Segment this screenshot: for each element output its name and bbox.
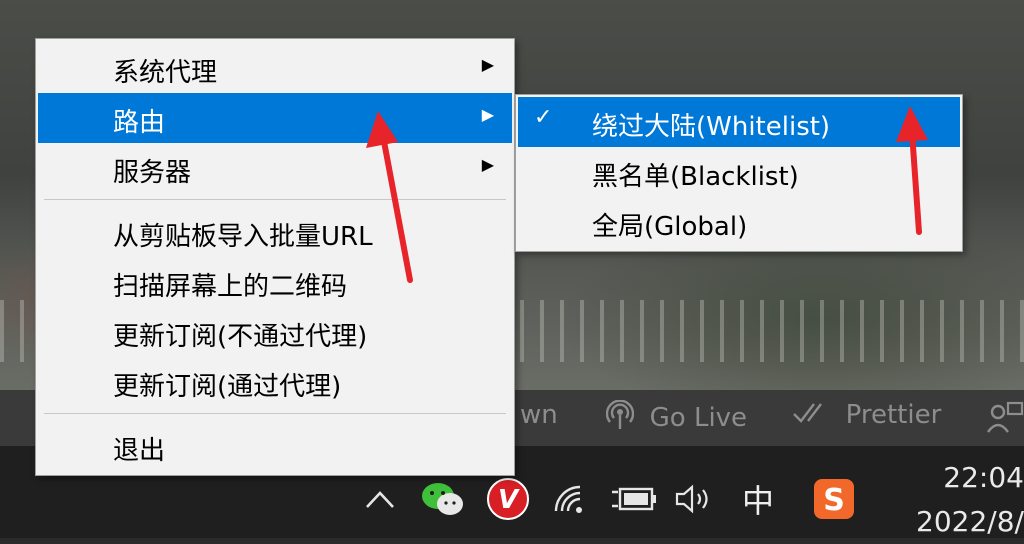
menu-item-update-sub-proxy[interactable]: 更新订阅(通过代理) bbox=[38, 357, 512, 407]
double-check-icon bbox=[792, 401, 838, 429]
submenu-item-whitelist[interactable]: ✓ 绕过大陆(Whitelist) bbox=[518, 97, 960, 147]
v2ray-icon-letter: V bbox=[498, 485, 520, 515]
clock-time: 22:04 bbox=[943, 461, 1024, 494]
chevron-up-icon[interactable] bbox=[362, 481, 398, 517]
checkmark-icon: ✓ bbox=[534, 105, 553, 130]
tray-context-menu: 系统代理 ▶ 路由 ▶ 服务器 ▶ 从剪贴板导入批量URL 扫描屏幕上的二维码 … bbox=[35, 38, 515, 476]
taskbar-clock[interactable]: 22:04 2022/8/ bbox=[916, 456, 1024, 544]
submenu-item-label: 绕过大陆(Whitelist) bbox=[592, 112, 831, 142]
menu-item-label: 扫描屏幕上的二维码 bbox=[113, 272, 348, 302]
v2ray-icon[interactable]: V bbox=[486, 477, 530, 521]
routing-submenu: ✓ 绕过大陆(Whitelist) 黑名单(Blacklist) 全局(Glob… bbox=[515, 94, 963, 252]
submenu-item-blacklist[interactable]: 黑名单(Blacklist) bbox=[518, 147, 960, 197]
submenu-item-label: 黑名单(Blacklist) bbox=[592, 162, 799, 192]
submenu-item-global[interactable]: 全局(Global) bbox=[518, 197, 960, 247]
prettier-button[interactable]: Prettier bbox=[792, 400, 941, 430]
menu-item-label: 服务器 bbox=[113, 158, 192, 188]
menu-item-label: 路由 bbox=[113, 108, 166, 138]
menu-separator bbox=[44, 413, 506, 414]
sogou-icon[interactable]: S bbox=[812, 477, 856, 521]
wechat-icon[interactable] bbox=[420, 481, 466, 517]
go-live-button[interactable]: Go Live bbox=[605, 399, 748, 433]
submenu-item-label: 全局(Global) bbox=[592, 212, 748, 242]
clock-date: 2022/8/ bbox=[916, 505, 1024, 538]
menu-item-label: 从剪贴板导入批量URL bbox=[113, 222, 373, 252]
menu-item-label: 退出 bbox=[113, 436, 166, 466]
menu-item-system-proxy[interactable]: 系统代理 ▶ bbox=[38, 43, 512, 93]
statusbar-item[interactable]: wn bbox=[520, 400, 558, 430]
broadcast-icon bbox=[605, 399, 642, 432]
menu-item-label: 更新订阅(通过代理) bbox=[113, 372, 342, 402]
statusbar-item-label: wn bbox=[520, 400, 558, 430]
menu-separator bbox=[44, 199, 506, 200]
menu-item-servers[interactable]: 服务器 ▶ bbox=[38, 143, 512, 193]
battery-icon[interactable] bbox=[610, 481, 658, 517]
menu-item-label: 系统代理 bbox=[113, 58, 218, 88]
submenu-arrow-icon: ▶ bbox=[481, 55, 494, 74]
sogou-icon-letter: S bbox=[823, 483, 845, 518]
submenu-arrow-icon: ▶ bbox=[481, 155, 494, 174]
menu-item-routing[interactable]: 路由 ▶ bbox=[38, 93, 512, 143]
menu-item-scan-qr[interactable]: 扫描屏幕上的二维码 bbox=[38, 257, 512, 307]
menu-item-update-sub-direct[interactable]: 更新订阅(不通过代理) bbox=[38, 307, 512, 357]
menu-item-label: 更新订阅(不通过代理) bbox=[113, 322, 368, 352]
ime-label: 中 bbox=[741, 482, 774, 520]
menu-item-exit[interactable]: 退出 bbox=[38, 421, 512, 471]
volume-icon[interactable] bbox=[674, 481, 716, 517]
menu-item-import-clipboard[interactable]: 从剪贴板导入批量URL bbox=[38, 207, 512, 257]
prettier-label: Prettier bbox=[845, 400, 942, 430]
feedback-person-icon bbox=[986, 401, 1024, 440]
feedback-button[interactable] bbox=[986, 400, 1024, 441]
ime-indicator[interactable]: 中 bbox=[740, 481, 776, 520]
submenu-arrow-icon: ▶ bbox=[481, 105, 494, 124]
wifi-icon[interactable] bbox=[552, 481, 588, 517]
go-live-label: Go Live bbox=[649, 403, 748, 433]
